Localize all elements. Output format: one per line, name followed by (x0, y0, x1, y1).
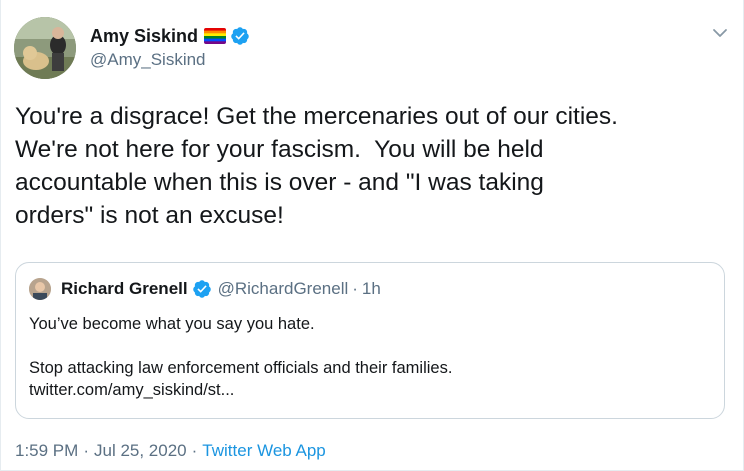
quoted-text-line: You’ve become what you say you hate. (29, 315, 315, 333)
author-display-name[interactable]: Amy Siskind (90, 26, 198, 47)
quoted-text-gap (29, 335, 709, 357)
quoted-avatar (29, 278, 51, 300)
verified-badge-icon (230, 26, 250, 46)
avatar[interactable] (14, 17, 76, 79)
quoted-tweet[interactable]: Richard Grenell @RichardGrenell · 1h You… (15, 262, 725, 419)
quoted-display-name[interactable]: Richard Grenell (61, 279, 188, 299)
quoted-timestamp[interactable]: 1h (362, 279, 381, 299)
footer-separator: · (83, 441, 89, 460)
quoted-separator: · (352, 279, 358, 298)
source-app-link[interactable]: Twitter Web App (202, 441, 325, 461)
tweet-card: Amy Siskind @Amy_Siskind You're a disgra… (0, 0, 744, 471)
author-block: Amy Siskind @Amy_Siskind (90, 25, 250, 70)
quoted-text-line: Stop attacking law enforcement officials… (29, 359, 453, 377)
chevron-down-icon[interactable] (711, 24, 729, 42)
author-name-row: Amy Siskind (90, 25, 250, 47)
tweet-text: You're a disgrace! Get the mercenaries o… (15, 103, 618, 229)
author-handle[interactable]: @Amy_Siskind (90, 50, 250, 70)
footer-separator: · (191, 441, 198, 460)
tweet-footer: 1:59 PM · Jul 25, 2020 · Twitter Web App (15, 441, 326, 461)
rainbow-flag-icon (204, 28, 227, 44)
tweet-time[interactable]: 1:59 PM (15, 441, 78, 461)
quoted-tweet-header: Richard Grenell @RichardGrenell · 1h (29, 277, 381, 301)
verified-badge-icon (192, 279, 212, 299)
quoted-tweet-text: You’ve become what you say you hate. Sto… (29, 313, 709, 401)
quoted-handle[interactable]: @RichardGrenell (218, 279, 349, 299)
quoted-text-link[interactable]: twitter.com/amy_siskind/st... (29, 379, 709, 401)
tweet-date[interactable]: Jul 25, 2020 (94, 441, 187, 461)
